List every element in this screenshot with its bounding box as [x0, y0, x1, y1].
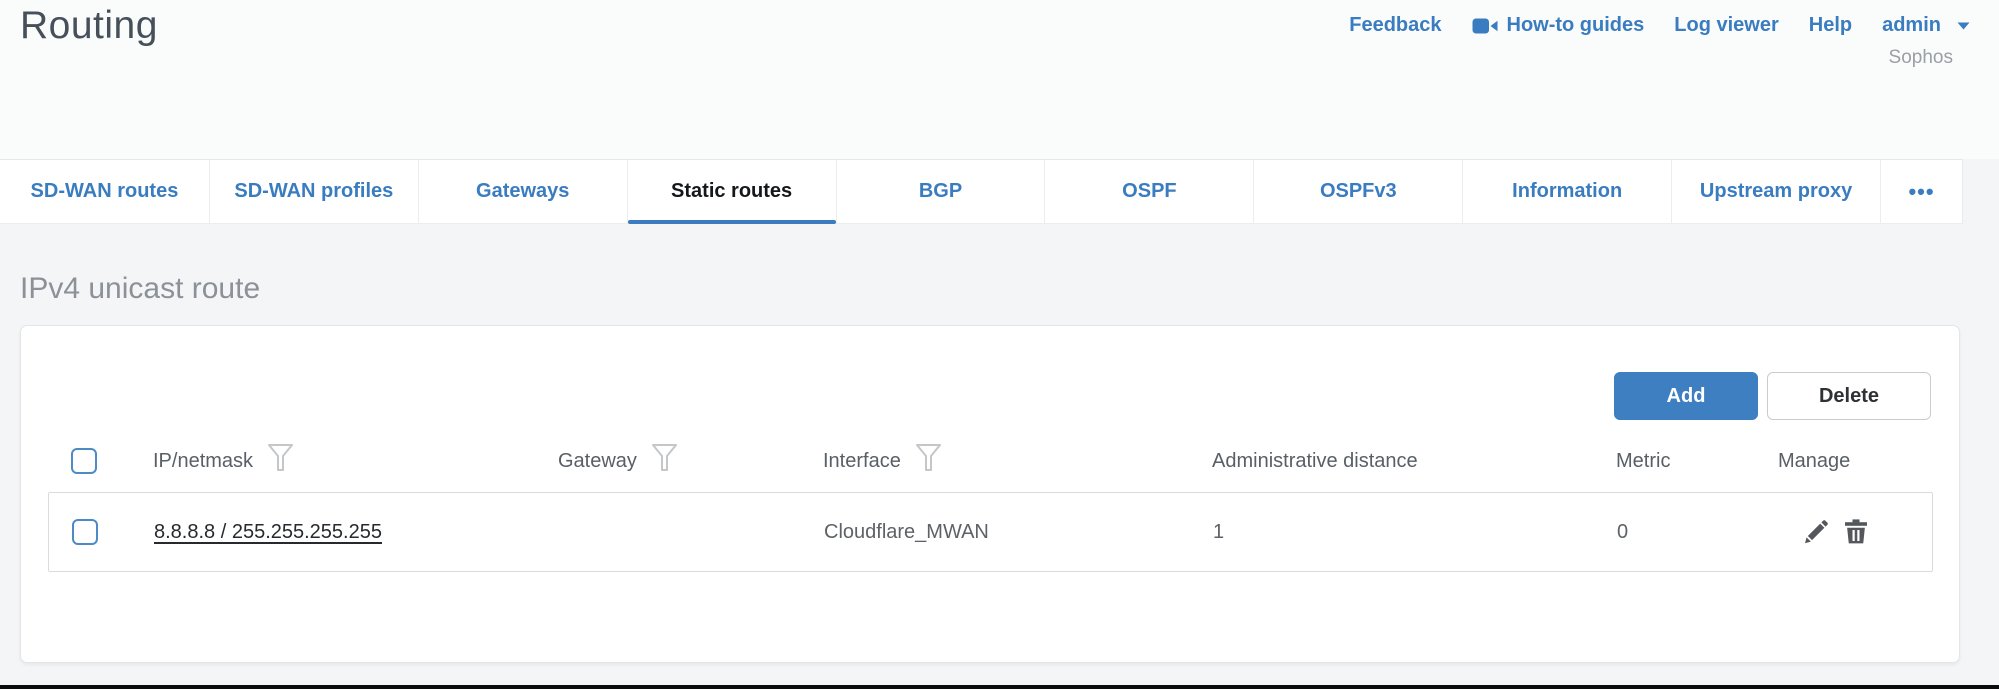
cell-metric: 0 [1617, 521, 1779, 544]
delete-button[interactable]: Delete [1767, 372, 1931, 420]
filter-funnel-icon[interactable] [915, 443, 942, 479]
cell-admin-distance: 1 [1213, 521, 1617, 544]
window-bottom-edge [0, 685, 1999, 689]
col-gateway: Gateway [558, 443, 823, 479]
routing-tabbar: SD-WAN routes SD-WAN profiles Gateways S… [0, 159, 1963, 224]
filter-funnel-icon[interactable] [267, 443, 294, 479]
howto-guides-link[interactable]: How-to guides [1472, 14, 1645, 37]
ipv4-route-card: Add Delete IP/netmask Gateway [20, 325, 1960, 663]
section-heading: IPv4 unicast route [20, 272, 260, 306]
col-ip-netmask: IP/netmask [153, 443, 558, 479]
col-admin-distance: Administrative distance [1212, 450, 1616, 473]
cell-interface: Cloudflare_MWAN [824, 521, 1213, 544]
static-routes-content: IPv4 unicast route Add Delete IP/netmask [0, 225, 1999, 689]
tab-ospfv3[interactable]: OSPFv3 [1253, 160, 1462, 223]
cell-manage [1779, 517, 1934, 547]
log-viewer-link[interactable]: Log viewer [1674, 14, 1778, 37]
tab-ospf[interactable]: OSPF [1044, 160, 1253, 223]
col-metric: Metric [1616, 450, 1778, 473]
tab-sdwan-profiles[interactable]: SD-WAN profiles [209, 160, 418, 223]
route-toolbar: Add Delete [1614, 372, 1931, 420]
tab-static-routes[interactable]: Static routes [627, 160, 836, 223]
trash-icon[interactable] [1841, 517, 1871, 547]
cell-ip-netmask: 8.8.8.8 / 255.255.255.255 [154, 521, 559, 544]
user-menu[interactable]: admin [1882, 14, 1970, 37]
add-button[interactable]: Add [1614, 372, 1758, 420]
page-title: Routing [20, 4, 158, 48]
col-interface: Interface [823, 443, 1212, 479]
tab-overflow-menu[interactable]: ••• [1880, 160, 1962, 223]
table-row: 8.8.8.8 / 255.255.255.255 Cloudflare_MWA… [48, 492, 1933, 572]
tab-bgp[interactable]: BGP [836, 160, 1045, 223]
header-checkbox-cell [48, 448, 153, 474]
help-link[interactable]: Help [1809, 14, 1852, 37]
filter-funnel-icon[interactable] [651, 443, 678, 479]
tab-sdwan-routes[interactable]: SD-WAN routes [0, 160, 209, 223]
brand-label: Sophos [1889, 47, 1953, 69]
utility-nav: Feedback How-to guides Log viewer Help a… [1349, 14, 1970, 37]
route-detail-link[interactable]: 8.8.8.8 / 255.255.255.255 [154, 521, 382, 543]
page-header: Routing Feedback How-to guides Log viewe… [0, 0, 1999, 159]
routing-page: Routing Feedback How-to guides Log viewe… [0, 0, 1999, 689]
col-manage: Manage [1778, 450, 1933, 473]
feedback-link[interactable]: Feedback [1349, 14, 1441, 37]
tab-upstream-proxy[interactable]: Upstream proxy [1671, 160, 1880, 223]
video-camera-icon [1472, 15, 1498, 37]
chevron-down-icon [1957, 22, 1970, 30]
row-checkbox[interactable] [72, 519, 98, 545]
tab-gateways[interactable]: Gateways [418, 160, 627, 223]
tab-information[interactable]: Information [1462, 160, 1671, 223]
table-header: IP/netmask Gateway Interface [48, 438, 1933, 484]
row-checkbox-cell [49, 519, 154, 545]
pencil-icon[interactable] [1801, 517, 1831, 547]
select-all-checkbox[interactable] [71, 448, 97, 474]
